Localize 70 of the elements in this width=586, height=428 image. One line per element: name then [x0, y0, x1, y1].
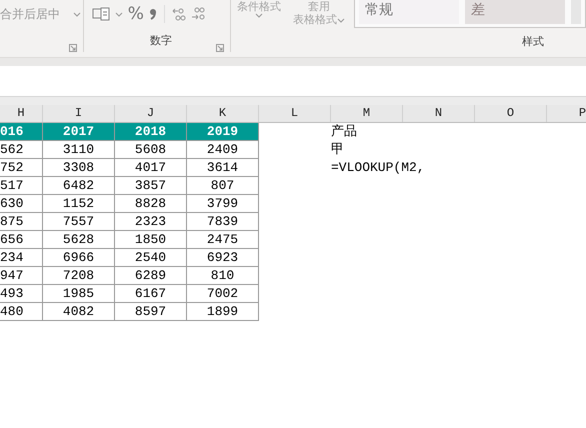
table-cell: 2540: [115, 249, 187, 267]
table-cell: 562: [0, 141, 43, 159]
header-cell: 2019: [187, 123, 259, 141]
chevron-down-icon[interactable]: [73, 12, 81, 16]
table-cell: 6966: [43, 249, 115, 267]
table-cell: 656: [0, 231, 43, 249]
table-cell: 875: [0, 213, 43, 231]
number-format-icon[interactable]: [92, 7, 110, 21]
table-cell: 7002: [187, 285, 259, 303]
chevron-down-icon[interactable]: [255, 13, 263, 18]
table-cell: 6289: [115, 267, 187, 285]
table-cell: 3614: [187, 159, 259, 177]
table-cell: 810: [187, 267, 259, 285]
table-cell: 7557: [43, 213, 115, 231]
header-cell: 2018: [115, 123, 187, 141]
column-header[interactable]: M: [331, 105, 403, 122]
cell-style-option[interactable]: 常规: [359, 0, 459, 24]
table-cell: 1899: [187, 303, 259, 321]
column-header[interactable]: J: [115, 105, 187, 122]
header-cell: 2017: [43, 123, 115, 141]
table-cell: 4082: [43, 303, 115, 321]
table-cell: 1850: [115, 231, 187, 249]
table-cell: 630: [0, 195, 43, 213]
percent-button[interactable]: %: [128, 4, 144, 24]
cell-text: 甲: [331, 142, 344, 157]
cell-text: =VLOOKUP(M2,: [331, 160, 425, 175]
table-cell: 3799: [187, 195, 259, 213]
table-cell: 7208: [43, 267, 115, 285]
comma-style-icon[interactable]: [148, 8, 157, 20]
decrease-decimal-icon[interactable]: [190, 7, 205, 21]
table-cell: 752: [0, 159, 43, 177]
column-header[interactable]: N: [403, 105, 475, 122]
table-cell: 2409: [187, 141, 259, 159]
table-cell: 517: [0, 177, 43, 195]
table-cell: 480: [0, 303, 43, 321]
chevron-down-icon[interactable]: [114, 12, 123, 16]
table-cell: 5628: [43, 231, 115, 249]
table-cell: 3857: [115, 177, 187, 195]
cell-text: 产品: [331, 124, 357, 139]
table-cell: 1985: [43, 285, 115, 303]
header-cell: 016: [0, 123, 43, 141]
table-cell: 2323: [115, 213, 187, 231]
table-cell: 8828: [115, 195, 187, 213]
increase-decimal-icon[interactable]: [172, 7, 186, 21]
table-cell: 5608: [115, 141, 187, 159]
column-header[interactable]: P: [547, 105, 586, 122]
table-cell: 3308: [43, 159, 115, 177]
dialog-launcher-icon[interactable]: [68, 44, 77, 52]
table-cell: 3110: [43, 141, 115, 159]
table-cell: 947: [0, 267, 43, 285]
column-header[interactable]: H: [0, 105, 43, 122]
table-cell: 6167: [115, 285, 187, 303]
column-header[interactable]: O: [475, 105, 547, 122]
table-cell: 6923: [187, 249, 259, 267]
chevron-down-icon[interactable]: [337, 18, 345, 23]
table-cell: 807: [187, 177, 259, 195]
column-header[interactable]: K: [187, 105, 259, 122]
table-cell: 7839: [187, 213, 259, 231]
dialog-launcher-icon[interactable]: [216, 44, 224, 52]
column-header[interactable]: I: [43, 105, 115, 122]
group-label: 样式: [522, 34, 544, 48]
table-cell: 234: [0, 249, 43, 267]
table-cell: 2475: [187, 231, 259, 249]
table-cell: 493: [0, 285, 43, 303]
table-cell: 8597: [115, 303, 187, 321]
group-label: 数字: [150, 32, 172, 48]
table-cell: 4017: [115, 159, 187, 177]
table-cell: 6482: [43, 177, 115, 195]
table-cell: 1152: [43, 195, 115, 213]
column-header[interactable]: L: [259, 105, 331, 122]
